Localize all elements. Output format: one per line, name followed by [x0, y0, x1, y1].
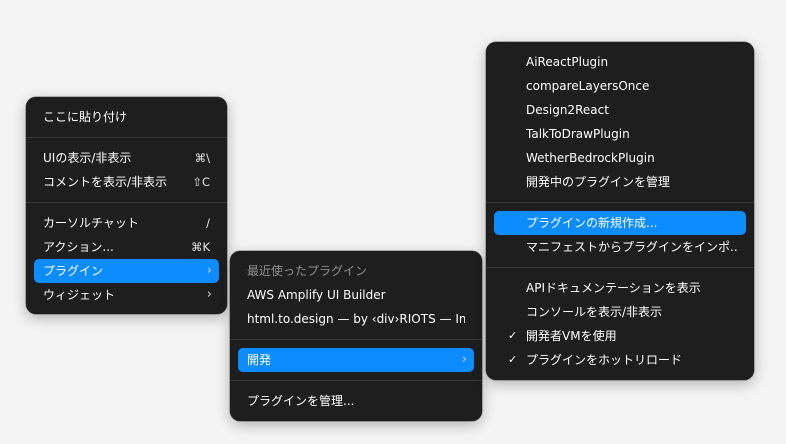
menu-divider — [230, 339, 482, 340]
cursor-chat-item[interactable]: カーソルチャット / — [34, 211, 219, 235]
checkmark-icon: ✓ — [508, 353, 518, 366]
canvas: ここに貼り付け UIの表示/非表示 ⌘\ コメントを表示/非表示 ⇧C カーソル… — [0, 0, 786, 444]
toggle-comments-item[interactable]: コメントを表示/非表示 ⇧C — [34, 170, 219, 194]
recent-plugin-label: AWS Amplify UI Builder — [247, 288, 386, 302]
hot-reload-label: プラグインをホットリロード — [526, 353, 683, 367]
toggle-ui-item[interactable]: UIの表示/非表示 ⌘\ — [34, 146, 219, 170]
actions-item[interactable]: アクション... ⌘K — [34, 235, 219, 259]
dev-plugin-item[interactable]: Design2React — [494, 98, 746, 122]
actions-label: アクション... — [43, 240, 114, 254]
plugins-label: プラグイン — [43, 264, 104, 278]
menu-divider — [486, 267, 754, 268]
chevron-right-icon: › — [461, 352, 467, 367]
development-item[interactable]: 開発 › — [238, 348, 474, 372]
context-menu: ここに貼り付け UIの表示/非表示 ⌘\ コメントを表示/非表示 ⇧C カーソル… — [26, 97, 227, 314]
hot-reload-item[interactable]: ✓ プラグインをホットリロード — [494, 348, 746, 372]
dev-plugin-item[interactable]: AiReactPlugin — [494, 50, 746, 74]
toggle-console-item[interactable]: コンソールを表示/非表示 — [494, 300, 746, 324]
plugins-item[interactable]: プラグイン › — [34, 259, 219, 283]
menu-divider — [486, 202, 754, 203]
dev-plugin-label: compareLayersOnce — [526, 79, 650, 93]
api-docs-label: APIドキュメンテーションを表示 — [526, 281, 701, 295]
paste-here-item[interactable]: ここに貼り付け — [34, 105, 219, 129]
manage-dev-plugins-label: 開発中のプラグインを管理 — [526, 175, 671, 189]
paste-here-label: ここに貼り付け — [43, 110, 128, 124]
dev-plugin-label: TalkToDrawPlugin — [526, 127, 630, 141]
toggle-comments-shortcut: ⇧C — [192, 175, 210, 189]
dev-plugin-label: Design2React — [526, 103, 609, 117]
widgets-item[interactable]: ウィジェット › — [34, 283, 219, 307]
dev-plugin-item[interactable]: TalkToDrawPlugin — [494, 122, 746, 146]
menu-divider — [26, 202, 227, 203]
recent-plugin-label: html.to.design — by ‹div›RIOTS — Im... — [247, 312, 465, 326]
toggle-console-label: コンソールを表示/非表示 — [526, 305, 663, 319]
menu-divider — [26, 137, 227, 138]
cursor-chat-shortcut: / — [206, 216, 210, 230]
recent-plugins-header: 最近使ったプラグイン — [238, 259, 474, 283]
import-manifest-item[interactable]: マニフェストからプラグインをインポ... — [494, 235, 746, 259]
menu-divider — [230, 380, 482, 381]
toggle-ui-label: UIの表示/非表示 — [43, 151, 132, 165]
toggle-ui-shortcut: ⌘\ — [194, 151, 210, 165]
development-submenu: AiReactPlugin compareLayersOnce Design2R… — [486, 42, 754, 380]
use-dev-vm-label: 開発者VMを使用 — [526, 329, 617, 343]
manage-plugins-item[interactable]: プラグインを管理... — [238, 389, 474, 413]
manage-dev-plugins-item[interactable]: 開発中のプラグインを管理 — [494, 170, 746, 194]
toggle-comments-label: コメントを表示/非表示 — [43, 175, 168, 189]
use-dev-vm-item[interactable]: ✓ 開発者VMを使用 — [494, 324, 746, 348]
checkmark-icon: ✓ — [508, 329, 518, 342]
dev-plugin-label: AiReactPlugin — [526, 55, 609, 69]
actions-shortcut: ⌘K — [190, 240, 210, 254]
recent-plugins-header-label: 最近使ったプラグイン — [247, 264, 368, 278]
dev-plugin-label: WetherBedrockPlugin — [526, 151, 655, 165]
chevron-right-icon: › — [206, 263, 212, 278]
chevron-right-icon: › — [206, 287, 212, 302]
recent-plugin-item[interactable]: AWS Amplify UI Builder — [238, 283, 474, 307]
widgets-label: ウィジェット — [43, 288, 116, 302]
recent-plugin-item[interactable]: html.to.design — by ‹div›RIOTS — Im... — [238, 307, 474, 331]
cursor-chat-label: カーソルチャット — [43, 216, 139, 230]
dev-plugin-item[interactable]: WetherBedrockPlugin — [494, 146, 746, 170]
import-manifest-label: マニフェストからプラグインをインポ... — [526, 240, 737, 254]
new-plugin-item[interactable]: プラグインの新規作成... — [494, 211, 746, 235]
api-docs-item[interactable]: APIドキュメンテーションを表示 — [494, 276, 746, 300]
plugins-submenu: 最近使ったプラグイン AWS Amplify UI Builder html.t… — [230, 251, 482, 421]
new-plugin-label: プラグインの新規作成... — [526, 216, 658, 230]
development-label: 開発 — [247, 353, 272, 367]
dev-plugin-item[interactable]: compareLayersOnce — [494, 74, 746, 98]
manage-plugins-label: プラグインを管理... — [247, 394, 355, 408]
